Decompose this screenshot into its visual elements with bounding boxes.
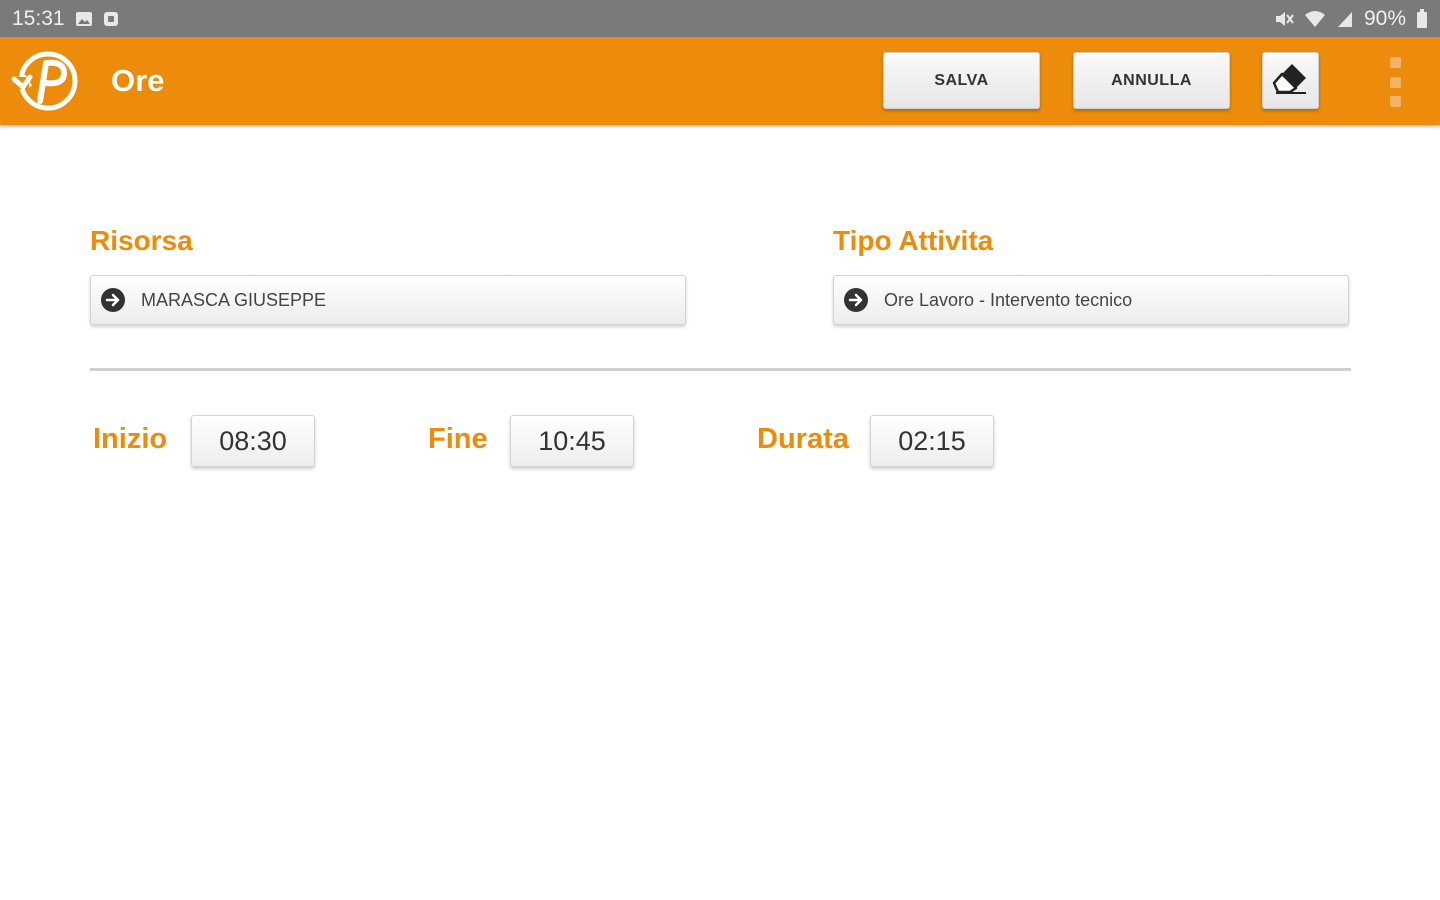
mute-icon xyxy=(1274,10,1294,28)
duration-label: Durata xyxy=(757,423,849,455)
wifi-icon xyxy=(1304,10,1326,28)
cancel-button[interactable]: ANNULLA xyxy=(1073,52,1230,109)
end-time-field[interactable]: 10:45 xyxy=(510,415,634,467)
overflow-dot xyxy=(1389,76,1401,88)
resource-label: Risorsa xyxy=(90,225,193,256)
arrow-right-circle-icon xyxy=(100,287,126,313)
eraser-button[interactable] xyxy=(1262,52,1319,109)
status-bar: 15:31 90% xyxy=(0,0,1440,37)
activity-type-value: Ore Lavoro - Intervento tecnico xyxy=(884,289,1133,310)
start-label: Inizio xyxy=(93,423,168,455)
app-notification-icon xyxy=(103,11,119,27)
overflow-menu-icon[interactable] xyxy=(1382,57,1408,107)
page-title: Ore xyxy=(111,63,165,98)
resource-value: MARASCA GIUSEPPE xyxy=(141,289,327,310)
overflow-dot xyxy=(1389,57,1401,68)
arrow-right-circle-icon xyxy=(843,287,869,313)
app-bar: Ore SALVA ANNULLA xyxy=(0,37,1440,125)
activity-type-label: Tipo Attivita xyxy=(833,225,994,256)
resource-selector[interactable]: MARASCA GIUSEPPE xyxy=(90,275,686,325)
signal-icon xyxy=(1336,10,1354,28)
duration-field[interactable]: 02:15 xyxy=(870,415,994,467)
image-icon xyxy=(75,11,93,27)
battery-percentage: 90% xyxy=(1363,6,1406,30)
activity-type-selector[interactable]: Ore Lavoro - Intervento tecnico xyxy=(833,275,1349,325)
app-logo[interactable] xyxy=(10,49,82,113)
eraser-icon xyxy=(1272,61,1310,100)
status-bar-right: 90% xyxy=(1274,7,1428,31)
battery-icon xyxy=(1416,8,1428,29)
start-time-field[interactable]: 08:30 xyxy=(191,415,315,467)
status-bar-left: 15:31 xyxy=(12,7,119,31)
divider xyxy=(90,368,1351,371)
save-button[interactable]: SALVA xyxy=(883,52,1040,109)
overflow-dot xyxy=(1389,96,1401,107)
status-time: 15:31 xyxy=(12,6,65,30)
end-label: Fine xyxy=(428,423,488,455)
